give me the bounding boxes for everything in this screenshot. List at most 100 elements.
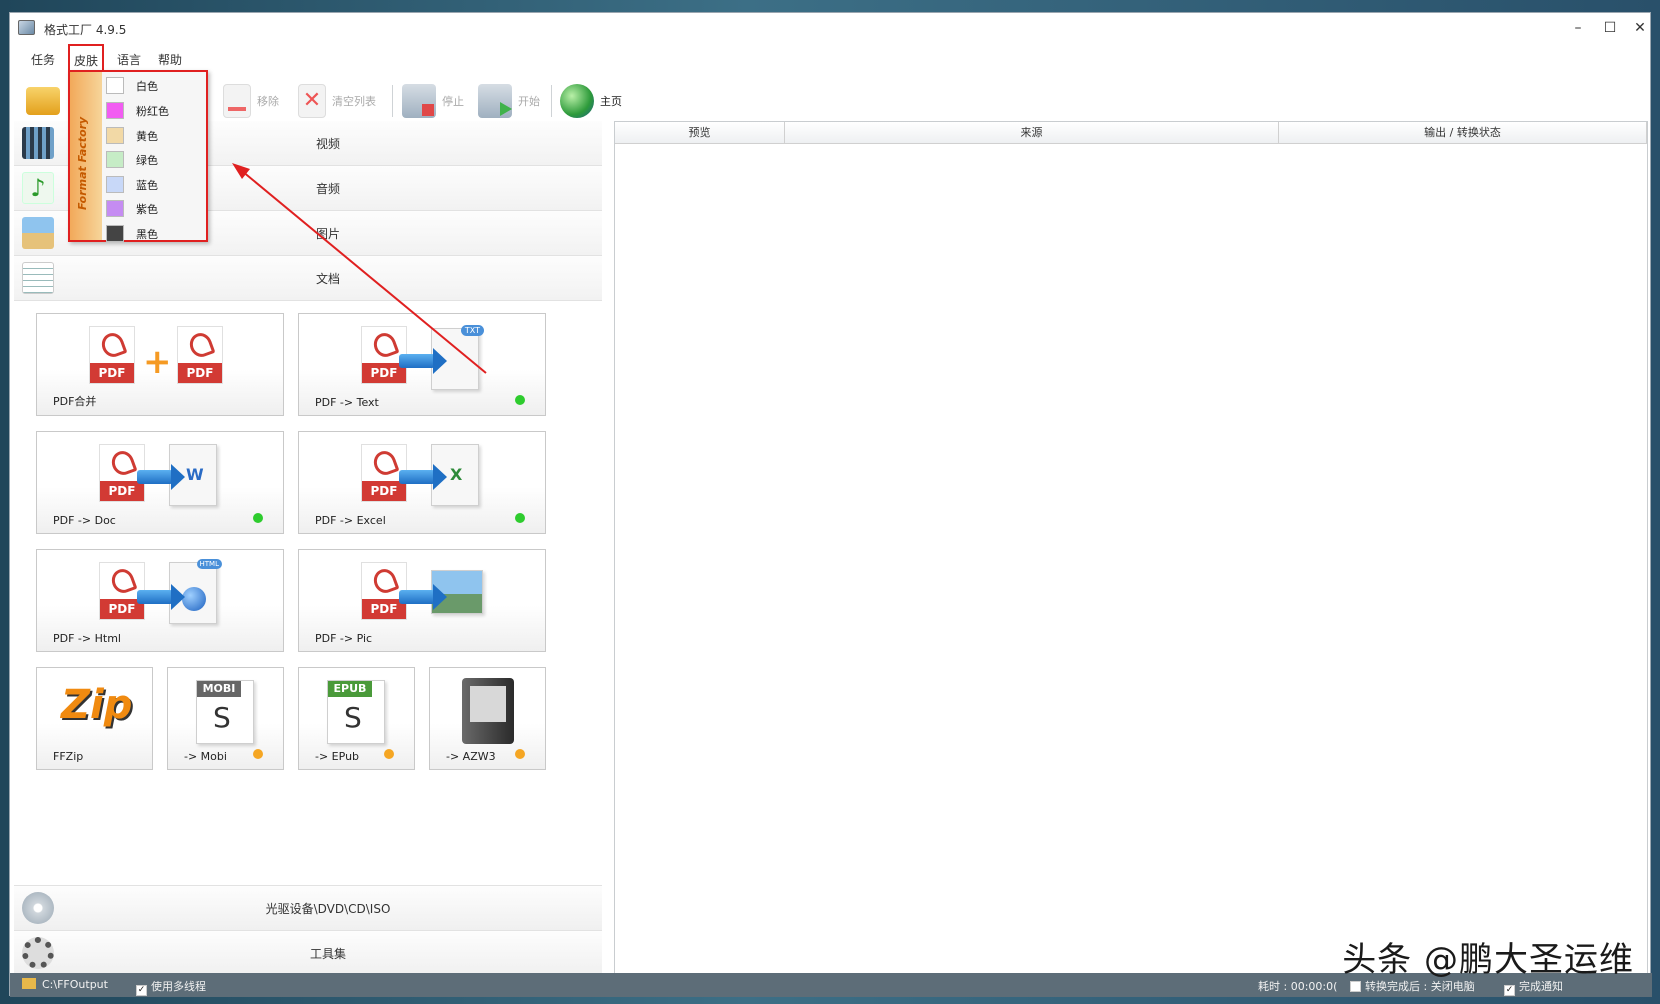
ereader-icon xyxy=(462,678,514,744)
status-dot xyxy=(515,395,525,405)
start-button[interactable]: 开始 xyxy=(478,81,540,121)
skin-option-blue[interactable]: 蓝色 xyxy=(106,173,206,197)
tile-ffzip[interactable]: Zip FFZip xyxy=(36,667,153,770)
left-panel: 视频 ♪ 音频 图片 文档 PDF + PDF PDF合并 TXT PDF PD… xyxy=(10,121,606,977)
pdf-icon: PDF xyxy=(89,326,135,384)
tile-to-epub[interactable]: EPUB S -> EPub xyxy=(298,667,415,770)
arrow-icon xyxy=(399,584,447,610)
category-optical-drive[interactable]: 光驱设备\DVD\CD\ISO xyxy=(14,885,602,930)
skin-label: 白色 xyxy=(136,80,158,93)
mobi-file-icon: MOBI S xyxy=(196,680,254,744)
title-bar: 格式工厂 4.9.5 – ☐ ✕ xyxy=(10,13,1650,43)
home-button[interactable]: 主页 xyxy=(560,81,622,121)
toolbar-separator xyxy=(551,85,552,117)
status-dot xyxy=(253,749,263,759)
clear-list-icon: ✕ xyxy=(298,84,326,118)
tile-pdf-to-doc[interactable]: W PDF PDF -> Doc xyxy=(36,431,284,534)
output-folder-link[interactable]: C:\FFOutput xyxy=(22,978,108,991)
tile-pdf-to-pic[interactable]: PDF PDF -> Pic xyxy=(298,549,546,652)
remove-label: 移除 xyxy=(257,95,279,108)
tile-pdf-merge[interactable]: PDF + PDF PDF合并 xyxy=(36,313,284,416)
window-title: 格式工厂 4.9.5 xyxy=(44,23,127,37)
category-document[interactable]: 文档 xyxy=(14,256,602,301)
folder-icon xyxy=(26,87,60,115)
menu-task[interactable]: 任务 xyxy=(26,49,60,70)
tile-pdf-to-html[interactable]: HTML PDF PDF -> Html xyxy=(36,549,284,652)
skin-option-yellow[interactable]: 黄色 xyxy=(106,124,206,148)
arrow-icon xyxy=(137,584,185,610)
toolbar-separator xyxy=(392,85,393,117)
tile-to-azw3[interactable]: -> AZW3 xyxy=(429,667,546,770)
epub-file-icon: EPUB S xyxy=(327,680,385,744)
column-preview[interactable]: 预览 xyxy=(615,122,785,144)
tile-label: PDF -> Pic xyxy=(315,632,373,645)
skin-dropdown: Format Factory 白色 粉红色 黄色 绿色 蓝色 紫色 黑色 xyxy=(68,70,208,242)
skin-option-pink[interactable]: 粉红色 xyxy=(106,99,206,123)
category-label: 工具集 xyxy=(309,947,346,961)
tile-label: -> EPub xyxy=(315,750,360,763)
skin-label: 绿色 xyxy=(136,154,158,167)
clear-list-button[interactable]: ✕ 清空列表 xyxy=(298,81,376,121)
elapsed-time: 耗时 : 00:00:0( xyxy=(1258,980,1338,993)
tile-label: FFZip xyxy=(53,750,84,763)
menu-help[interactable]: 帮助 xyxy=(153,49,187,70)
color-swatch xyxy=(106,225,124,242)
tile-label: PDF -> Text xyxy=(315,396,379,409)
task-list: 预览 来源 输出 / 转换状态 xyxy=(614,121,1648,977)
status-dot xyxy=(515,749,525,759)
category-label: 文档 xyxy=(315,272,340,286)
stop-icon xyxy=(402,84,436,118)
category-toolbox[interactable]: 工具集 xyxy=(14,930,602,975)
checkbox-checked-icon: ✓ xyxy=(136,985,147,996)
after-convert-label: 转换完成后 : 关闭电脑 xyxy=(1365,980,1475,993)
globe-icon xyxy=(560,84,594,118)
multithread-checkbox[interactable]: ✓ 使用多线程 xyxy=(136,978,206,996)
skin-label: 蓝色 xyxy=(136,179,158,192)
skin-label: 黄色 xyxy=(136,130,158,143)
tile-pdf-to-text[interactable]: TXT PDF PDF -> Text xyxy=(298,313,546,416)
column-output-status[interactable]: 输出 / 转换状态 xyxy=(1279,122,1647,144)
skin-option-black[interactable]: 黑色 xyxy=(106,222,206,246)
column-source[interactable]: 来源 xyxy=(785,122,1279,144)
output-path: C:\FFOutput xyxy=(42,978,108,991)
tile-label: -> AZW3 xyxy=(446,750,496,763)
minimize-button[interactable]: – xyxy=(1562,17,1594,39)
output-folder-button[interactable] xyxy=(26,81,60,121)
corner-watermark: 头条 @鹏大圣运维 xyxy=(1342,940,1634,980)
tile-pdf-to-excel[interactable]: X PDF PDF -> Excel xyxy=(298,431,546,534)
notify-label: 完成通知 xyxy=(1519,980,1563,993)
color-swatch xyxy=(106,127,124,144)
app-window: 鹏 大 圣 鹏 大 圣 鹏 大 圣 鹏 大 圣 格式工厂 4.9.5 – ☐ ✕… xyxy=(9,12,1652,997)
tile-label: PDF -> Excel xyxy=(315,514,386,527)
multithread-label: 使用多线程 xyxy=(151,980,206,993)
arrow-icon xyxy=(399,348,447,374)
home-label: 主页 xyxy=(600,95,622,108)
folder-icon xyxy=(22,978,36,989)
maximize-button[interactable]: ☐ xyxy=(1594,17,1626,39)
status-dot xyxy=(515,513,525,523)
clear-list-label: 清空列表 xyxy=(332,95,376,108)
zip-icon: Zip xyxy=(61,682,133,728)
tile-label: PDF -> Doc xyxy=(53,514,116,527)
checkbox-icon xyxy=(1350,981,1361,992)
pdf-icon: PDF xyxy=(177,326,223,384)
stop-label: 停止 xyxy=(442,95,464,108)
plus-icon: + xyxy=(143,342,172,382)
skin-label: 黑色 xyxy=(136,228,158,241)
remove-button[interactable]: 移除 xyxy=(223,81,279,121)
skin-option-green[interactable]: 绿色 xyxy=(106,148,206,172)
tile-label: PDF合并 xyxy=(53,395,97,408)
stop-button[interactable]: 停止 xyxy=(402,81,464,121)
menu-language[interactable]: 语言 xyxy=(112,49,146,70)
start-icon xyxy=(478,84,512,118)
color-swatch xyxy=(106,151,124,168)
color-swatch xyxy=(106,102,124,119)
tile-to-mobi[interactable]: MOBI S -> Mobi xyxy=(167,667,284,770)
category-label: 光驱设备\DVD\CD\ISO xyxy=(265,902,391,916)
close-button[interactable]: ✕ xyxy=(1624,17,1656,39)
color-swatch xyxy=(106,77,124,94)
status-dot xyxy=(384,749,394,759)
skin-option-purple[interactable]: 紫色 xyxy=(106,197,206,221)
arrow-icon xyxy=(137,464,185,490)
skin-option-white[interactable]: 白色 xyxy=(106,74,206,98)
